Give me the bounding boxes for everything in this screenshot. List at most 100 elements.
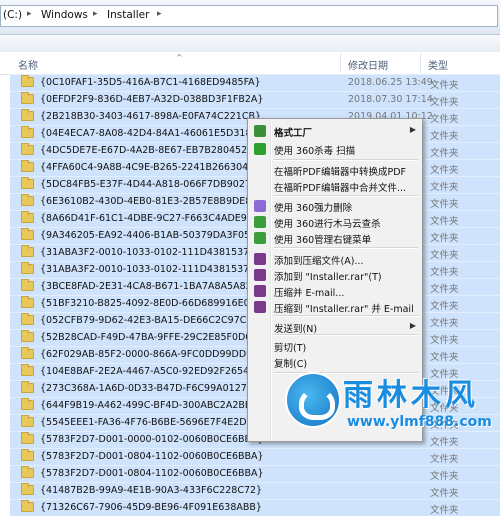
menu-separator [274, 195, 418, 197]
trash-360-icon [254, 200, 266, 212]
menu-item[interactable]: 使用 360管理右键菜单 [250, 230, 420, 247]
menu-item-label: 格式工厂 [274, 128, 313, 139]
menu-item[interactable]: 使用 360杀毒 扫描 [250, 141, 420, 158]
file-name[interactable]: {0C10FAF1-35D5-416A-B7C1-4168ED9485FA} [40, 77, 261, 88]
breadcrumb[interactable]: (C:) ▸ Windows ▸ Installer ▸ [0, 5, 498, 27]
menu-item[interactable]: 添加到 "Installer.rar"(T) [250, 267, 420, 284]
table-row[interactable]: {71326C67-7906-45D9-BE96-4F091E638ABB} 文件… [10, 499, 500, 516]
file-type: 文件夹 [430, 352, 459, 363]
file-name[interactable]: {5783F2D7-D001-0000-0102-0060B0CE6BBA} [40, 434, 264, 445]
table-row[interactable]: {0C10FAF1-35D5-416A-B7C1-4168ED9485FA} 20… [10, 74, 500, 91]
breadcrumb-chevron-icon[interactable]: ▸ [93, 9, 98, 19]
file-name[interactable]: {6E3610B2-430D-4EB0-81E3-2B57E8B9DE8D} [40, 196, 265, 207]
breadcrumb-chevron-icon[interactable]: ▸ [157, 9, 162, 19]
column-type[interactable]: 类型 [428, 57, 448, 72]
file-name[interactable]: {31ABA3F2-0010-1033-0102-111D43815377} [40, 247, 261, 258]
file-name[interactable]: {273C368A-1A6D-0D33-B47D-F6C99A0127EB} [40, 383, 265, 394]
folder-icon [21, 415, 34, 427]
submenu-arrow-icon: ▶ [409, 125, 416, 134]
file-date: 2018.06.25 13:49 [348, 77, 433, 88]
file-type: 文件夹 [430, 97, 459, 108]
breadcrumb-windows[interactable]: Windows [41, 9, 88, 21]
folder-icon [21, 211, 34, 223]
folder-icon [21, 143, 34, 155]
winrar-icon [254, 285, 266, 297]
file-type: 文件夹 [430, 488, 459, 499]
file-name[interactable]: {5545EEE1-FA36-4F76-B6BE-5696E7F4E2D6} [40, 417, 259, 428]
file-type: 文件夹 [430, 505, 459, 516]
menu-item[interactable]: 发送到(N) ▶ [250, 319, 420, 336]
file-type: 文件夹 [430, 318, 459, 329]
shield-360-icon [254, 143, 266, 155]
breadcrumb-installer[interactable]: Installer [107, 9, 149, 21]
file-name[interactable]: {5DC84FB5-E37F-4D44-A818-066F7DB9027E} [40, 179, 263, 190]
folder-icon [21, 381, 34, 393]
menu-item-label: 在福昕PDF编辑器中转换成PDF [274, 167, 407, 178]
menu-item-label: 剪切(T) [274, 343, 307, 354]
file-name[interactable]: {04E4ECA7-8A08-42D4-84A1-46061E5D318B} [40, 128, 264, 139]
file-name[interactable]: {4FFA60C4-9A8B-4C9E-B265-2241B266304C} [40, 162, 261, 173]
menu-item[interactable]: 在福昕PDF编辑器中合并文件... [250, 178, 420, 195]
column-name[interactable]: 名称 [18, 57, 38, 72]
breadcrumb-drive[interactable]: (C:) [3, 9, 22, 21]
menu-item[interactable]: 添加到压缩文件(A)... [250, 251, 420, 268]
folder-icon [21, 245, 34, 257]
folder-icon [21, 177, 34, 189]
file-name[interactable]: {62F029AB-85F2-0000-866A-9FC0DD99DDBC} [40, 349, 265, 360]
file-type: 文件夹 [430, 233, 459, 244]
file-type: 文件夹 [430, 216, 459, 227]
file-name[interactable]: {052CFB79-9D62-42E3-BA15-DE66C2C97C3E} [40, 315, 264, 326]
folder-icon [21, 296, 34, 308]
menu-item[interactable]: 压缩并 E-mail... [250, 283, 420, 300]
menu-item[interactable]: 使用 360强力删除 [250, 198, 420, 215]
folder-icon [21, 75, 34, 87]
file-name[interactable]: {52B28CAD-F49D-47BA-9FFE-29C2E85F0D0B} [40, 332, 264, 343]
file-name[interactable]: {104E8BAF-2E2A-4467-A5C0-92ED92F26547} [40, 366, 261, 377]
menu-item-label: 使用 360进行木马云查杀 [274, 219, 381, 230]
table-row[interactable]: {5783F2D7-D001-0804-1102-0060B0CE6BBA} 文件… [10, 448, 500, 465]
file-date: 2018.07.30 17:14 [348, 94, 433, 105]
file-name[interactable]: {0EFDF2F9-836D-4EB7-A32D-038BD3F1FB2A} [40, 94, 263, 105]
menu-item[interactable]: 压缩到 "Installer.rar" 并 E-mail [250, 299, 420, 316]
menu-item-label: 压缩并 E-mail... [274, 288, 345, 299]
address-bar: (C:) ▸ Windows ▸ Installer ▸ [0, 0, 500, 35]
menu-item-label: 压缩到 "Installer.rar" 并 E-mail [274, 304, 414, 315]
file-name[interactable]: {2B218B30-3403-4617-898A-E0FA74C221CB} [40, 111, 261, 122]
file-name[interactable]: {4DC5DE7E-E67D-4A2B-8E67-EB7B28045247} [40, 145, 265, 156]
file-type: 文件夹 [430, 250, 459, 261]
file-name[interactable]: {644F9B19-A462-499C-BF4D-300ABC2A2BB1} [40, 400, 264, 411]
file-name[interactable]: {5783F2D7-D001-0804-1102-0060B0CE6BBA} [40, 451, 264, 462]
column-divider[interactable] [420, 53, 421, 73]
menu-item[interactable]: 格式工厂 ▶ [250, 123, 420, 140]
file-name[interactable]: {5783F2D7-D001-0804-1102-0060B0CE6BBA} [40, 468, 264, 479]
menu-item-label: 使用 360强力删除 [274, 203, 353, 214]
file-type: 文件夹 [430, 199, 459, 210]
file-name[interactable]: {51BF3210-B825-4092-8E0D-66D689916E02} [40, 298, 262, 309]
winrar-icon [254, 301, 266, 313]
breadcrumb-chevron-icon[interactable]: ▸ [27, 9, 32, 19]
folder-icon [21, 109, 34, 121]
menu-item[interactable]: 剪切(T) [250, 338, 420, 355]
folder-icon [21, 313, 34, 325]
file-name[interactable]: {9A346205-EA92-4406-B1AB-50379DA3F057} [40, 230, 262, 241]
file-name[interactable]: {71326C67-7906-45D9-BE96-4F091E638ABB} [40, 502, 262, 513]
table-row[interactable]: {41487B2B-99A9-4E1B-90A3-433F6C228C72} 文件… [10, 482, 500, 499]
file-type: 文件夹 [430, 148, 459, 159]
table-row[interactable]: {5783F2D7-D001-0804-1102-0060B0CE6BBA} 文件… [10, 465, 500, 482]
menu-item[interactable]: 在福昕PDF编辑器中转换成PDF [250, 162, 420, 179]
table-row[interactable]: {0EFDF2F9-836D-4EB7-A32D-038BD3F1FB2A} 20… [10, 91, 500, 108]
submenu-arrow-icon: ▶ [409, 321, 416, 330]
column-date[interactable]: 修改日期 [348, 57, 388, 72]
file-name[interactable]: {3BCE8FAD-2E31-4CA8-B671-1BA7A8A5A828} [40, 281, 264, 292]
menu-manage-icon [254, 232, 266, 244]
file-name[interactable]: {8A66D41F-61C1-4DBE-9C27-F663C4ADE9A8} [40, 213, 265, 224]
menu-item-label: 添加到 "Installer.rar"(T) [274, 272, 382, 283]
menu-item[interactable]: 使用 360进行木马云查杀 [250, 214, 420, 231]
column-divider[interactable] [340, 53, 341, 73]
file-name[interactable]: {41487B2B-99A9-4E1B-90A3-433F6C228C72} [40, 485, 262, 496]
file-name[interactable]: {31ABA3F2-0010-1033-0102-111D43815377} [40, 264, 261, 275]
folder-icon [21, 92, 34, 104]
menu-separator [274, 159, 418, 161]
folder-icon [21, 364, 34, 376]
format-factory-icon [254, 125, 266, 137]
